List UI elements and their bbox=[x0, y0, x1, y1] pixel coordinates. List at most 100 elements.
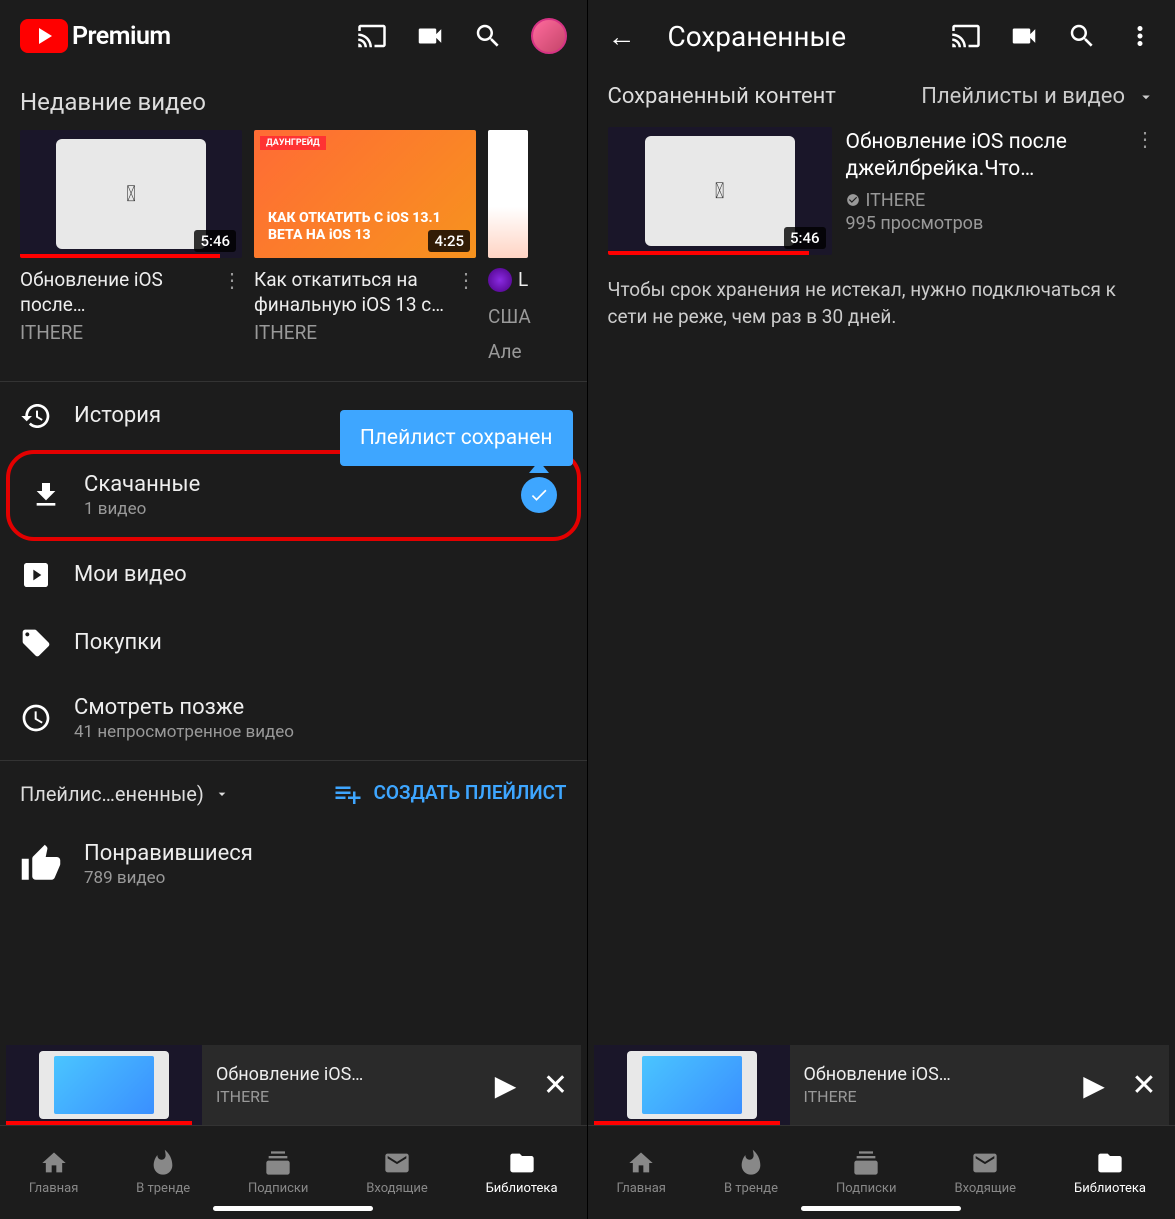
playlist-liked[interactable]: Понравившиеся 789 видео bbox=[0, 827, 587, 902]
more-icon[interactable]: ⋮ bbox=[456, 268, 476, 292]
nav-home[interactable]: Главная bbox=[617, 1149, 666, 1196]
subscriptions-icon bbox=[264, 1149, 292, 1177]
video-card[interactable]: L США Але bbox=[488, 130, 528, 363]
playlists-sort[interactable]: Плейлис…ененные) bbox=[20, 782, 230, 806]
nav-home[interactable]: Главная bbox=[29, 1149, 78, 1196]
header: Premium bbox=[0, 0, 587, 72]
header: ← Сохраненные bbox=[588, 0, 1175, 72]
mini-player[interactable]: Обновление iOS… ITHERE ▶ ✕ bbox=[594, 1045, 1170, 1125]
nav-subscriptions[interactable]: Подписки bbox=[836, 1149, 896, 1196]
tag-icon bbox=[20, 627, 52, 659]
play-icon[interactable]: ▶ bbox=[1069, 1069, 1119, 1102]
back-icon[interactable]: ← bbox=[608, 20, 636, 53]
chevron-down-icon bbox=[214, 786, 230, 802]
video-channel: ITHERE bbox=[20, 321, 214, 344]
channel-avatar-icon bbox=[488, 268, 512, 292]
video-channel: ITHERE bbox=[846, 190, 1122, 211]
play-box-icon bbox=[20, 559, 52, 591]
page-title: Сохраненные bbox=[668, 20, 847, 53]
nav-library[interactable]: Библиотека bbox=[1074, 1149, 1146, 1196]
playlist-add-icon bbox=[333, 779, 363, 809]
more-icon[interactable]: ⋮ bbox=[1135, 127, 1155, 255]
nav-inbox[interactable]: Входящие bbox=[954, 1149, 1016, 1196]
close-icon[interactable]: ✕ bbox=[1119, 1068, 1169, 1103]
mail-icon bbox=[971, 1149, 999, 1177]
nav-trending[interactable]: В тренде bbox=[136, 1149, 190, 1196]
mini-channel: ITHERE bbox=[216, 1087, 467, 1106]
mini-thumbnail bbox=[6, 1045, 202, 1125]
recent-videos-heading: Недавние видео bbox=[0, 72, 587, 130]
home-icon bbox=[40, 1149, 68, 1177]
recent-videos-carousel[interactable]: 5:46 Обновление iOS после… ITHERE ⋮ ДАУН… bbox=[0, 130, 587, 363]
folder-icon bbox=[508, 1149, 536, 1177]
video-title: Обновление iOS после… bbox=[20, 268, 214, 317]
downloads-screen: ← Сохраненные Сохраненный контент Плейли… bbox=[588, 0, 1175, 1219]
mini-channel: ITHERE bbox=[804, 1087, 1056, 1106]
home-icon bbox=[627, 1149, 655, 1177]
premium-label: Premium bbox=[72, 22, 171, 51]
cast-icon[interactable] bbox=[357, 21, 387, 51]
nav-subscriptions[interactable]: Подписки bbox=[248, 1149, 308, 1196]
nav-trending[interactable]: В тренде bbox=[724, 1149, 778, 1196]
play-icon[interactable]: ▶ bbox=[481, 1069, 531, 1102]
duration-badge: 5:46 bbox=[784, 227, 826, 249]
video-channel: ITHERE bbox=[254, 321, 448, 344]
thumbs-up-icon bbox=[20, 843, 62, 885]
video-thumbnail: 5:46 bbox=[20, 130, 242, 258]
menu-watch-later[interactable]: Смотреть позже 41 непросмотренное видео bbox=[0, 677, 587, 760]
mini-player[interactable]: Обновление iOS… ITHERE ▶ ✕ bbox=[6, 1045, 581, 1125]
clock-icon bbox=[20, 702, 52, 734]
filter-select[interactable]: Плейлисты и видео bbox=[921, 84, 1155, 109]
video-views: 995 просмотров bbox=[846, 213, 1122, 234]
nav-library[interactable]: Библиотека bbox=[486, 1149, 558, 1196]
youtube-icon bbox=[20, 19, 68, 53]
video-card[interactable]: 5:46 Обновление iOS после… ITHERE ⋮ bbox=[20, 130, 242, 363]
more-icon[interactable]: ⋮ bbox=[222, 268, 242, 292]
create-playlist-button[interactable]: СОЗДАТЬ ПЛЕЙЛИСТ bbox=[333, 779, 566, 809]
mail-icon bbox=[383, 1149, 411, 1177]
youtube-premium-logo[interactable]: Premium bbox=[20, 19, 171, 53]
mini-thumbnail bbox=[594, 1045, 790, 1125]
duration-badge: 4:25 bbox=[428, 230, 470, 252]
fire-icon bbox=[737, 1149, 765, 1177]
menu-my-videos[interactable]: Мои видео bbox=[0, 541, 587, 609]
subscriptions-icon bbox=[852, 1149, 880, 1177]
menu-purchases[interactable]: Покупки bbox=[0, 609, 587, 677]
video-title: Как откатиться на финальную iOS 13 с… bbox=[254, 268, 448, 317]
search-icon[interactable] bbox=[1067, 21, 1097, 51]
video-card[interactable]: ДАУНГРЕЙД КАК ОТКАТИТЬ С iOS 13.1 BETA Н… bbox=[254, 130, 476, 363]
camera-icon[interactable] bbox=[415, 21, 445, 51]
video-title: Обновление iOS после джейлбрейка.Что… bbox=[846, 129, 1122, 184]
home-indicator bbox=[801, 1206, 961, 1211]
duration-badge: 5:46 bbox=[194, 230, 236, 252]
search-icon[interactable] bbox=[473, 21, 503, 51]
home-indicator bbox=[213, 1206, 373, 1211]
camera-icon[interactable] bbox=[1009, 21, 1039, 51]
avatar[interactable] bbox=[531, 18, 567, 54]
bottom-nav: Главная В тренде Подписки Входящие Библи… bbox=[588, 1125, 1175, 1219]
cast-icon[interactable] bbox=[951, 21, 981, 51]
saved-video-item[interactable]: 5:46 Обновление iOS после джейлбрейка.Чт… bbox=[588, 127, 1175, 269]
chevron-down-icon bbox=[1137, 88, 1155, 106]
library-screen: Premium Недавние видео 5:46 О bbox=[0, 0, 588, 1219]
bottom-nav: Главная В тренде Подписки Входящие Библи… bbox=[0, 1125, 587, 1219]
mini-title: Обновление iOS… bbox=[804, 1064, 1056, 1085]
video-thumbnail: 5:46 bbox=[608, 127, 832, 255]
close-icon[interactable]: ✕ bbox=[531, 1068, 581, 1103]
check-badge-icon bbox=[521, 477, 557, 513]
playlists-header: Плейлис…ененные) СОЗДАТЬ ПЛЕЙЛИСТ bbox=[0, 760, 587, 827]
filter-row: Сохраненный контент Плейлисты и видео bbox=[588, 72, 1175, 127]
more-icon[interactable] bbox=[1125, 21, 1155, 51]
folder-icon bbox=[1096, 1149, 1124, 1177]
nav-inbox[interactable]: Входящие bbox=[366, 1149, 428, 1196]
verified-icon bbox=[846, 193, 860, 207]
download-icon bbox=[30, 479, 62, 511]
storage-note: Чтобы срок хранения не истекал, нужно по… bbox=[588, 269, 1175, 338]
video-thumbnail bbox=[488, 130, 528, 258]
fire-icon bbox=[149, 1149, 177, 1177]
toast-playlist-saved: Плейлист сохранен bbox=[340, 410, 573, 466]
history-icon bbox=[20, 400, 52, 432]
video-thumbnail: ДАУНГРЕЙД КАК ОТКАТИТЬ С iOS 13.1 BETA Н… bbox=[254, 130, 476, 258]
mini-title: Обновление iOS… bbox=[216, 1064, 467, 1085]
filter-label: Сохраненный контент bbox=[608, 84, 836, 109]
